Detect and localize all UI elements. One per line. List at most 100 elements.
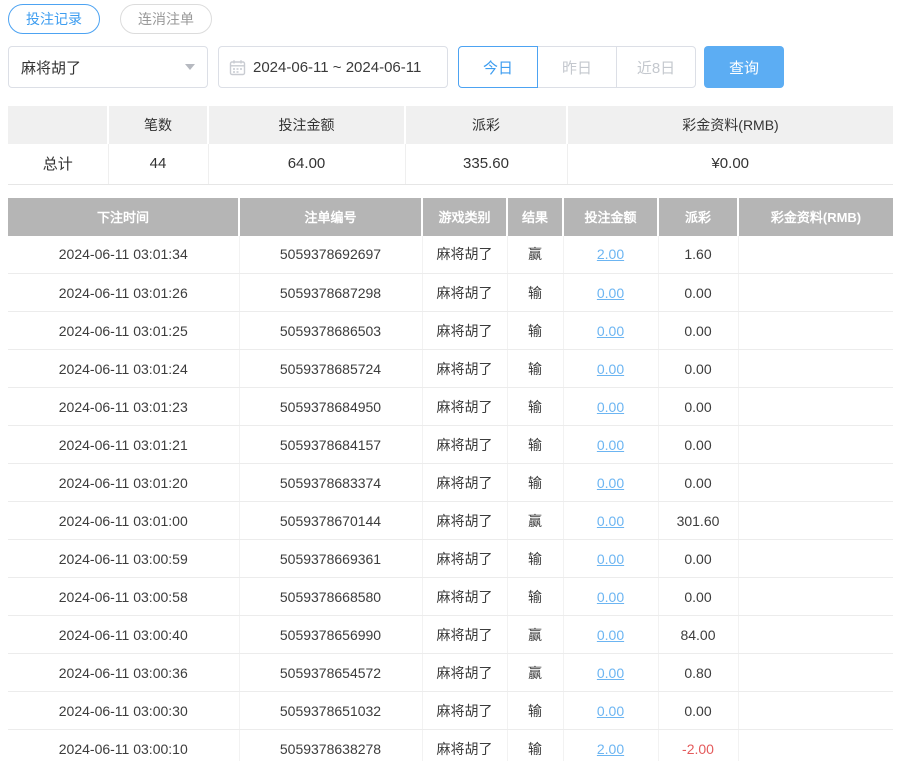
cell-bet-time: 2024-06-11 03:00:40 — [8, 615, 240, 654]
table-row: 2024-06-11 03:00:36 5059378654572 麻将胡了赢 0.0… — [8, 653, 893, 692]
cell-order-number: 5059378683374 — [239, 463, 423, 502]
table-row: 2024-06-11 03:01:00 5059378670144 麻将胡了赢 0.0… — [8, 501, 893, 540]
bet-amount-link[interactable]: 2.00 — [597, 741, 624, 757]
calendar-icon — [229, 59, 246, 76]
cell-game-type: 麻将胡了 — [422, 653, 508, 692]
table-row: 2024-06-11 03:00:58 5059378668580 麻将胡了输 0.0… — [8, 577, 893, 616]
cell-result: 赢 — [507, 235, 564, 274]
cell-result: 输 — [507, 539, 564, 578]
bet-amount-link[interactable]: 0.00 — [597, 513, 624, 529]
today-button[interactable]: 今日 — [458, 46, 538, 88]
bet-table-header-row: 下注时间 注单编号 游戏类别 结果 投注金额 派彩 彩金资料(RMB) — [8, 197, 893, 236]
cell-result: 输 — [507, 311, 564, 350]
table-row: 2024-06-11 03:01:20 5059378683374 麻将胡了输 0.0… — [8, 463, 893, 502]
bet-amount-link[interactable]: 0.00 — [597, 475, 624, 491]
cell-payout: 0.00 — [658, 577, 739, 616]
tab-bet-records[interactable]: 投注记录 — [8, 4, 100, 34]
date-range-picker[interactable]: 2024-06-11 ~ 2024-06-11 — [218, 46, 448, 88]
chevron-down-icon — [185, 64, 195, 70]
header-game-type: 游戏类别 — [422, 197, 508, 236]
cell-game-type: 麻将胡了 — [422, 349, 508, 388]
bet-amount-link[interactable]: 0.00 — [597, 323, 624, 339]
bet-amount-link[interactable]: 0.00 — [597, 589, 624, 605]
cell-result: 输 — [507, 577, 564, 616]
cell-payout: 0.00 — [658, 539, 739, 578]
bet-amount-link[interactable]: 0.00 — [597, 551, 624, 567]
bet-amount-link[interactable]: 0.00 — [597, 361, 624, 377]
cell-payout: 301.60 — [658, 501, 739, 540]
cell-payout: 0.80 — [658, 653, 739, 692]
bet-amount-link[interactable]: 0.00 — [597, 703, 624, 719]
table-row: 2024-06-11 03:00:30 5059378651032 麻将胡了输 0.0… — [8, 691, 893, 730]
cell-bet-time: 2024-06-11 03:01:26 — [8, 273, 240, 312]
cell-bet-amount: 0.00 — [563, 577, 659, 616]
cell-result: 输 — [507, 349, 564, 388]
cell-order-number: 5059378656990 — [239, 615, 423, 654]
cell-bonus — [738, 653, 893, 692]
cell-bonus — [738, 615, 893, 654]
bet-amount-link[interactable]: 0.00 — [597, 437, 624, 453]
search-button[interactable]: 查询 — [704, 46, 784, 88]
game-select[interactable]: 麻将胡了 — [8, 46, 208, 88]
filter-bar: 麻将胡了 2024-06-11 ~ 2024-06-11 今日 昨日 近8日 查… — [8, 46, 893, 88]
cell-result: 赢 — [507, 653, 564, 692]
summary-total-bonus: ¥0.00 — [567, 144, 893, 185]
cell-order-number: 5059378651032 — [239, 691, 423, 730]
betting-records-page: 投注记录 连消注单 麻将胡了 2024-06-11 ~ 2024-06-11 今… — [0, 0, 901, 761]
cell-bet-time: 2024-06-11 03:00:30 — [8, 691, 240, 730]
yesterday-button[interactable]: 昨日 — [537, 46, 617, 88]
bet-table-body: 2024-06-11 03:01:34 5059378692697 麻将胡了赢 2.0… — [8, 235, 893, 761]
cell-result: 输 — [507, 463, 564, 502]
cell-bonus — [738, 577, 893, 616]
cell-order-number: 5059378684950 — [239, 387, 423, 426]
cell-order-number: 5059378684157 — [239, 425, 423, 464]
header-result: 结果 — [507, 197, 564, 236]
cell-payout: 1.60 — [658, 235, 739, 274]
cell-order-number: 5059378669361 — [239, 539, 423, 578]
cell-bet-amount: 0.00 — [563, 501, 659, 540]
last8days-button[interactable]: 近8日 — [616, 46, 696, 88]
cell-payout: 0.00 — [658, 691, 739, 730]
cell-payout: 0.00 — [658, 349, 739, 388]
cell-bet-time: 2024-06-11 03:00:36 — [8, 653, 240, 692]
cell-result: 赢 — [507, 501, 564, 540]
table-row: 2024-06-11 03:01:25 5059378686503 麻将胡了输 0.0… — [8, 311, 893, 350]
bet-amount-link[interactable]: 0.00 — [597, 399, 624, 415]
tab-cancelled-orders[interactable]: 连消注单 — [120, 4, 212, 34]
summary-header-bet-amount: 投注金额 — [208, 106, 406, 144]
header-order-number: 注单编号 — [239, 197, 423, 236]
cell-bet-time: 2024-06-11 03:01:23 — [8, 387, 240, 426]
bet-amount-link[interactable]: 2.00 — [597, 246, 624, 262]
cell-payout: 0.00 — [658, 425, 739, 464]
table-row: 2024-06-11 03:01:23 5059378684950 麻将胡了输 0.0… — [8, 387, 893, 426]
cell-bet-time: 2024-06-11 03:00:59 — [8, 539, 240, 578]
summary-header-bonus: 彩金资料(RMB) — [567, 106, 893, 144]
header-payout: 派彩 — [658, 197, 739, 236]
summary-total-label: 总计 — [8, 144, 109, 185]
cell-bet-time: 2024-06-11 03:01:34 — [8, 235, 240, 274]
summary-header-count: 笔数 — [108, 106, 209, 144]
cell-payout: 0.00 — [658, 463, 739, 502]
cell-result: 输 — [507, 729, 564, 761]
cell-game-type: 麻将胡了 — [422, 463, 508, 502]
cell-payout: 0.00 — [658, 387, 739, 426]
cell-bet-amount: 0.00 — [563, 349, 659, 388]
bet-amount-link[interactable]: 0.00 — [597, 627, 624, 643]
header-bonus: 彩金资料(RMB) — [738, 197, 893, 236]
cell-bonus — [738, 691, 893, 730]
summary-header-payout: 派彩 — [405, 106, 568, 144]
cell-bet-time: 2024-06-11 03:01:21 — [8, 425, 240, 464]
cell-bet-time: 2024-06-11 03:00:58 — [8, 577, 240, 616]
table-row: 2024-06-11 03:00:40 5059378656990 麻将胡了赢 0.0… — [8, 615, 893, 654]
cell-order-number: 5059378686503 — [239, 311, 423, 350]
cell-order-number: 5059378670144 — [239, 501, 423, 540]
cell-bonus — [738, 729, 893, 761]
cell-game-type: 麻将胡了 — [422, 273, 508, 312]
summary-total-count: 44 — [108, 144, 209, 185]
cell-bonus — [738, 501, 893, 540]
bet-amount-link[interactable]: 0.00 — [597, 285, 624, 301]
cell-bet-time: 2024-06-11 03:00:10 — [8, 729, 240, 761]
table-row: 2024-06-11 03:00:10 5059378638278 麻将胡了输 2.0… — [8, 729, 893, 761]
cell-bonus — [738, 311, 893, 350]
bet-amount-link[interactable]: 0.00 — [597, 665, 624, 681]
